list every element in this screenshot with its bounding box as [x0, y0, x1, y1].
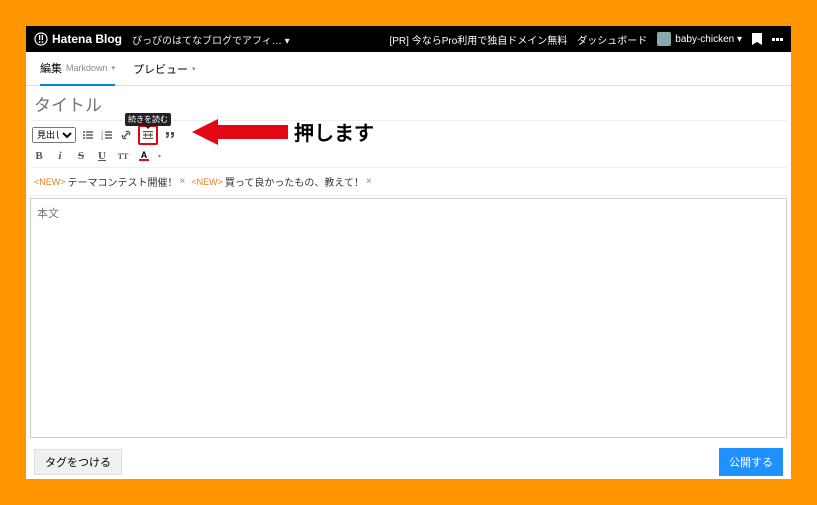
- body-textarea[interactable]: [30, 198, 787, 438]
- toolbar-row-2: B i S U TT A ▾: [30, 149, 787, 168]
- footer: タグをつける 公開する: [30, 444, 787, 480]
- blog-name-dropdown[interactable]: ぴっぴのはてなブログでアフィ… ▾: [132, 32, 290, 47]
- tooltip: 続きを読む: [125, 113, 171, 126]
- chevron-down-icon: ▾: [192, 65, 196, 73]
- add-tag-button[interactable]: タグをつける: [34, 449, 122, 475]
- tab-edit-mode: Markdown: [66, 63, 108, 73]
- hatena-icon: [34, 32, 48, 46]
- annotation-arrow: 押します: [192, 117, 374, 146]
- text-color-icon[interactable]: A: [137, 149, 151, 163]
- pr-link[interactable]: [PR] 今ならPro利用で独自ドメイン無料: [389, 32, 567, 47]
- topic-text: 買って良かったもの、教えて！: [225, 174, 364, 189]
- topic-text: テーマコンテスト開催！: [68, 174, 178, 189]
- close-icon[interactable]: ×: [180, 176, 186, 187]
- logo[interactable]: Hatena Blog: [34, 32, 122, 46]
- read-more-icon[interactable]: [141, 128, 155, 142]
- underline-icon[interactable]: U: [95, 149, 109, 163]
- topic-item[interactable]: <NEW> テーマコンテスト開催！ ×: [34, 174, 185, 189]
- svg-text:3: 3: [101, 136, 104, 141]
- chevron-down-icon: ▾: [112, 64, 116, 72]
- ordered-list-icon[interactable]: 123: [100, 128, 114, 142]
- user-menu[interactable]: baby-chicken ▾: [657, 32, 742, 46]
- chevron-down-icon[interactable]: ▾: [158, 153, 161, 160]
- topic-suggestions: <NEW> テーマコンテスト開催！ × <NEW> 買って良かったもの、教えて！…: [30, 168, 787, 196]
- new-badge: <NEW>: [34, 177, 66, 187]
- tab-preview[interactable]: プレビュー ▾: [133, 53, 196, 85]
- app-window: Hatena Blog ぴっぴのはてなブログでアフィ… ▾ [PR] 今ならPr…: [26, 26, 791, 479]
- avatar: [657, 32, 671, 46]
- unordered-list-icon[interactable]: [81, 128, 95, 142]
- close-icon[interactable]: ×: [366, 176, 372, 187]
- italic-icon[interactable]: i: [53, 149, 67, 163]
- strikethrough-icon[interactable]: S: [74, 149, 88, 163]
- tab-edit[interactable]: 編集 Markdown ▾: [40, 52, 115, 86]
- new-badge: <NEW>: [191, 177, 223, 187]
- tab-preview-label: プレビュー: [133, 61, 188, 77]
- dashboard-link[interactable]: ダッシュボード: [577, 32, 647, 47]
- bookmark-icon[interactable]: [752, 33, 762, 45]
- publish-button[interactable]: 公開する: [719, 448, 783, 476]
- heading-select[interactable]: 見出し: [32, 127, 76, 143]
- topic-item[interactable]: <NEW> 買って良かったもの、教えて！ ×: [191, 174, 371, 189]
- bold-icon[interactable]: B: [32, 149, 46, 163]
- tab-edit-label: 編集: [40, 60, 62, 76]
- link-icon[interactable]: [119, 128, 133, 142]
- apps-icon[interactable]: [772, 38, 783, 41]
- quote-icon[interactable]: [163, 128, 177, 142]
- logo-text: Hatena Blog: [52, 32, 122, 46]
- read-more-button-highlight: 続きを読む: [138, 125, 158, 145]
- toolbar-row-1: 見出し 123 続きを読む: [30, 121, 787, 149]
- editor-tabs: 編集 Markdown ▾ プレビュー ▾: [26, 52, 791, 86]
- username: baby-chicken ▾: [675, 34, 742, 45]
- topbar: Hatena Blog ぴっぴのはてなブログでアフィ… ▾ [PR] 今ならPr…: [26, 26, 791, 52]
- annotation-text: 押します: [294, 117, 374, 146]
- font-size-icon[interactable]: TT: [116, 149, 130, 163]
